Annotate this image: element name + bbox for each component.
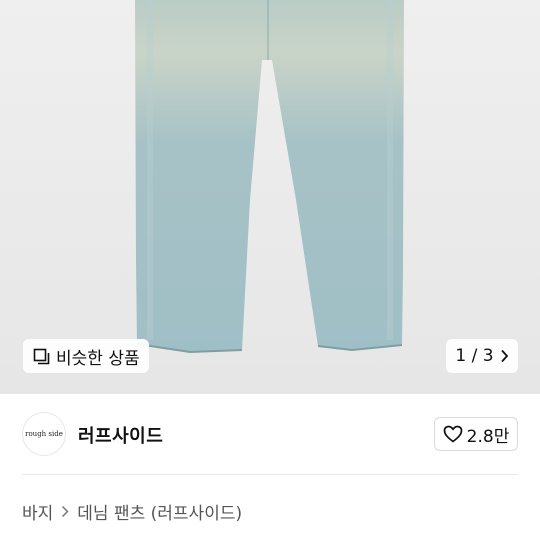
- breadcrumb-level2[interactable]: 데님 팬츠 (러프사이드): [77, 499, 242, 524]
- image-counter: 1 / 3: [455, 346, 494, 366]
- shop-logo[interactable]: rough side: [22, 412, 66, 456]
- chevron-right-icon: [500, 349, 508, 363]
- shop-row: rough side 러프사이드 2.8만: [0, 394, 540, 474]
- shop-logo-text: rough side: [25, 430, 63, 438]
- breadcrumb: 바지 데님 팬츠 (러프사이드): [22, 499, 242, 524]
- shop-name[interactable]: 러프사이드: [78, 422, 163, 448]
- heart-icon: [443, 425, 463, 443]
- image-counter-button[interactable]: 1 / 3: [446, 339, 518, 373]
- chevron-right-icon: [62, 505, 69, 518]
- product-image: [135, 0, 404, 354]
- similar-products-label: 비슷한 상품: [56, 348, 140, 369]
- product-image-carousel[interactable]: 비슷한 상품 1 / 3: [0, 0, 540, 394]
- like-button[interactable]: 2.8만: [434, 417, 518, 451]
- breadcrumb-level1[interactable]: 바지: [22, 499, 53, 524]
- similar-products-button[interactable]: 비슷한 상품: [23, 339, 149, 373]
- like-count: 2.8만: [466, 426, 510, 447]
- divider: [22, 474, 518, 475]
- similar-icon: [33, 348, 50, 364]
